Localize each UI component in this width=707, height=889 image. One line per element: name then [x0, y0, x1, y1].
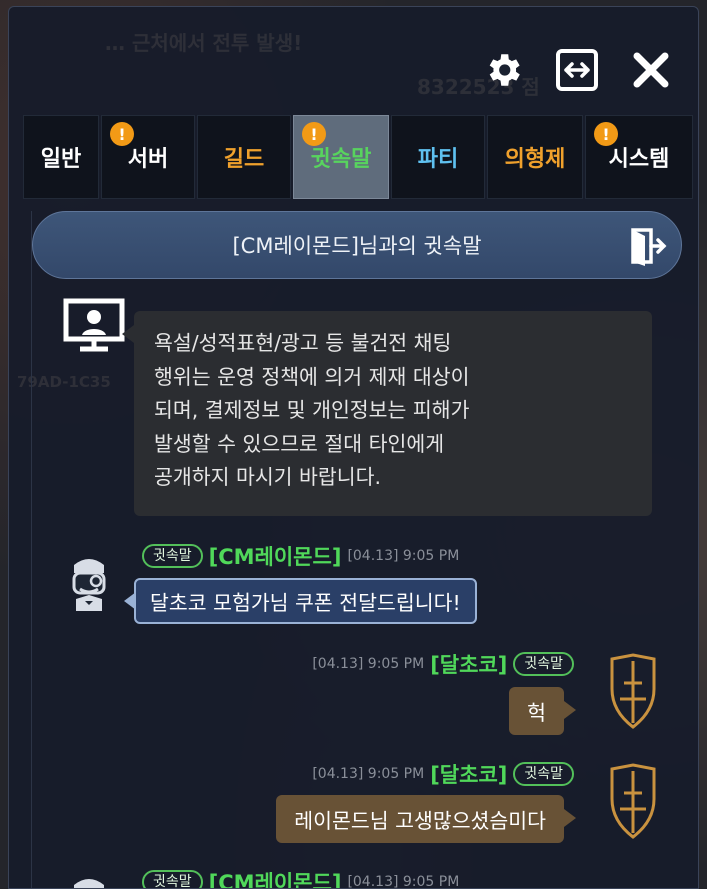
notification-badge-icon: ! [594, 122, 618, 146]
tab-1[interactable]: 서버! [101, 115, 195, 199]
tab-5[interactable]: 의형제 [487, 115, 583, 199]
message-header: 귓속말 [CM레이몬드] [04.13] 9:05 PM [142, 541, 459, 571]
resize-button[interactable] [554, 47, 600, 93]
message-timestamp: [04.13] 9:05 PM [312, 766, 425, 782]
chat-window: … 근처에서 전투 발생! 8322523 점 79AD-1C35 일반 서버! 길… [8, 6, 699, 889]
sender-name[interactable]: [CM레이몬드] [209, 541, 342, 571]
tab-label: 시스템 [608, 147, 670, 172]
tab-label: 서버 [127, 147, 169, 172]
conversation-title: [CM레이몬드]님과의 귓속말 [232, 234, 482, 258]
gear-icon [489, 54, 520, 86]
chat-channel-tabs: 일반 서버! 길드 귓속말! 파티 의형제 시스템! [23, 115, 693, 199]
tab-3[interactable]: 귓속말! [293, 115, 389, 199]
system-notice-message: 욕설/성적표현/광고 등 불건전 채팅 행위는 운영 정책에 의거 제재 대상이… [122, 311, 652, 516]
resize-horizontal-icon [556, 49, 598, 91]
conversation-title-bar: [CM레이몬드]님과의 귓속말 [32, 211, 682, 279]
tab-0[interactable]: 일반 [23, 115, 99, 199]
sender-name[interactable]: [CM레이몬드] [209, 867, 342, 888]
leave-conversation-icon[interactable] [627, 226, 667, 266]
outgoing-message-bubble: 헉 [509, 687, 576, 735]
player-crest-icon [610, 763, 656, 839]
whisper-conversation: [CM레이몬드]님과의 귓속말 욕설/성적표현/광고 등 불건전 채팅 행위는 … [31, 211, 682, 889]
window-controls [480, 47, 674, 93]
tab-label: 파티 [417, 147, 459, 172]
close-button[interactable] [628, 47, 674, 93]
message-timestamp: [04.13] 9:05 PM [312, 656, 425, 672]
whisper-tag: 귓속말 [513, 762, 574, 786]
whisper-tag: 귓속말 [142, 544, 203, 568]
notification-badge-icon: ! [110, 122, 134, 146]
message-timestamp: [04.13] 9:05 PM [347, 874, 460, 889]
cm-avatar-icon [74, 879, 104, 888]
background-alert-text: … 근처에서 전투 발생! [105, 31, 303, 55]
message-header: 귓속말 [CM레이몬드] [04.13] 9:05 PM [142, 867, 460, 889]
sender-name: [달초코] [430, 763, 508, 787]
system-monitor-icon [63, 298, 125, 352]
message-timestamp: [04.13] 9:05 PM [347, 548, 460, 564]
tab-2[interactable]: 길드 [197, 115, 291, 199]
player-crest-icon [610, 653, 656, 729]
cm-avatar-icon [72, 559, 106, 611]
close-icon [633, 52, 669, 88]
incoming-message-bubble: 달초코 모험가님 쿠폰 전달드립니다! [124, 578, 477, 624]
message-header: [04.13] 9:05 PM [달초코] 귓속말 [312, 759, 574, 789]
tab-6[interactable]: 시스템! [585, 115, 693, 199]
tab-label: 길드 [223, 147, 265, 172]
notification-badge-icon: ! [302, 122, 326, 146]
settings-button[interactable] [480, 47, 526, 93]
tab-label: 일반 [40, 147, 82, 172]
tab-label: 의형제 [504, 147, 566, 172]
message-header: [04.13] 9:05 PM [달초코] 귓속말 [312, 649, 574, 679]
whisper-tag: 귓속말 [513, 652, 574, 676]
tab-4[interactable]: 파티 [391, 115, 485, 199]
sender-name: [달초코] [430, 653, 508, 677]
whisper-tag: 귓속말 [142, 870, 203, 888]
outgoing-message-bubble: 레이몬드님 고생많으셨슴미다 [276, 795, 576, 843]
tab-label: 귓속말 [310, 147, 372, 172]
